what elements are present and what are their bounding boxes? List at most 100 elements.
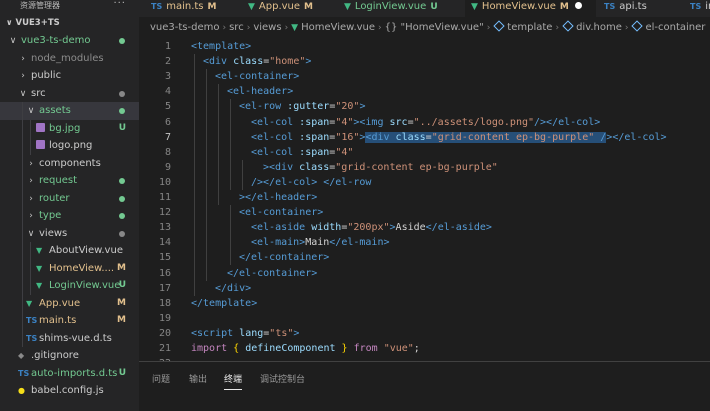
line-number: 11 [158,192,171,203]
indent-guide [22,259,23,277]
file-tree-item[interactable]: ∨ src [0,85,139,103]
file-tree-item[interactable]: ∨ views [0,224,139,242]
editor-tab[interactable]: TSinde [684,0,710,17]
file-tree-item-label: App.vue [39,297,81,309]
file-tree-item[interactable]: ∨ vue3-ts-demo [0,32,139,50]
breadcrumb-file[interactable]: HomeView.vue [301,22,375,33]
file-tree-item[interactable]: › request [0,172,139,190]
file-tree-item[interactable]: bg.jpg U [0,119,139,137]
code-token: class [395,131,426,143]
vue-file-icon: ▼ [36,281,43,290]
code-line: 13 <el-aside width="200px">Aside</el-asid… [139,220,710,235]
breadcrumb-item[interactable]: vue3-ts-demo [150,22,219,33]
file-tree-item[interactable]: TS auto-imports.d.ts U [0,365,139,383]
file-tree-item-label: AboutView.vue [49,245,123,256]
breadcrumb-item[interactable]: views [253,22,281,33]
chevron-right-icon: › [21,53,25,64]
file-tree-item[interactable]: TS shims-vue.d.ts [0,329,139,347]
code-token: <el-row [239,101,288,113]
ellipsis-icon[interactable]: ··· [113,0,126,10]
editor-tab[interactable]: TS api.ts [598,0,682,17]
indent-guide [22,102,23,120]
breadcrumb-item[interactable]: src [229,22,244,33]
file-tree-item[interactable]: TS main.ts M [0,312,139,330]
code-token: "../assets/logo.png" [413,116,535,128]
image-file-icon [36,122,45,132]
indent-guide [22,329,23,347]
line-number: 20 [158,327,171,339]
code-token: :span [299,131,330,143]
editor-tab-label: main.ts [166,1,204,12]
indent-guide [30,277,31,295]
indent-guide [22,277,23,295]
breadcrumb-template[interactable]: template [507,22,552,33]
git-file-icon: ◆ [18,351,25,360]
file-tree-item[interactable]: › public [0,67,139,85]
file-tree-item[interactable]: › router [0,189,139,207]
file-tree-item[interactable]: ● babel.config.js [0,382,139,400]
panel-tab-output[interactable]: 输出 [189,372,207,390]
line-number: 15 [158,252,171,264]
file-tree-item-label: auto-imports.d.ts [31,367,118,379]
code-token: Aside [395,222,426,234]
chevron-right-icon: › [284,23,289,33]
code-token: </el-col> [612,131,667,143]
git-status-badge: M [304,2,314,12]
indent-guide [22,137,23,155]
code-token: ><div [263,161,300,173]
chevron-right-icon: › [29,158,33,169]
code-text: <script lang="ts"> [191,326,299,341]
status-dot [119,213,125,219]
code-token: </el-aside> [425,222,492,234]
editor-tab[interactable]: ▼ App.vue M [242,0,336,17]
file-tree-item[interactable]: ▼ LoginView.vue U [0,277,139,295]
babel-file-icon: ● [18,386,25,395]
code-line: 9 ><div class="grid-content ep-bg-purple" [139,160,710,175]
code-token: ></el-header> [239,192,318,203]
code-token: defineComponent [245,343,336,354]
status-dot [119,38,125,44]
indent-guide [30,242,31,260]
file-tree-item[interactable]: › node_modules [0,50,139,68]
code-text: ></el-header> [239,190,317,205]
typescript-file-icon: TS [26,316,38,325]
file-tree-item[interactable]: ▼ HomeView.... M [0,259,139,277]
code-token: width [311,222,342,234]
status-dot [119,230,125,237]
status-dot [119,108,125,114]
file-tree-item-label: type [39,210,62,221]
code-token: <el-aside [251,222,312,234]
unsaved-dot-icon[interactable] [574,2,582,9]
chevron-right-icon: › [222,23,227,33]
code-line: 20 <script lang="ts"> [139,326,710,341]
code-text: <el-row :gutter="20"> [239,99,365,114]
git-status-badge: U [118,122,126,133]
line-number: 9 [164,161,171,173]
code-token: class [299,161,330,173]
editor-tab[interactable]: ▼ HomeView.vue M [465,0,596,17]
code-token: = [425,131,432,143]
breadcrumb-container[interactable]: el-container [645,22,705,33]
file-tree-item[interactable]: › components [0,154,139,172]
line-number: 13 [158,222,171,234]
code-token: /></el-col> [534,116,601,128]
project-section-header[interactable]: ∨ VUE3+TS [0,14,139,32]
panel-tab-debug-console[interactable]: 调试控制台 [260,372,305,390]
panel-tab-problems[interactable]: 问题 [152,372,170,390]
file-tree-item[interactable]: logo.png [0,137,139,155]
code-editor[interactable]: 1 <template> 2 <div class="home"> 3 <el-conta… [139,39,710,361]
code-token: <el-main> [251,237,306,249]
file-tree-item[interactable]: ∨ assets [0,102,139,120]
file-tree-item[interactable]: ▼ App.vue M [0,294,139,312]
file-tree-item[interactable]: ◆ .gitignore [0,347,139,365]
breadcrumb-block[interactable]: {} "HomeView.vue" [385,22,484,33]
editor-tab[interactable]: TS main.ts M [145,0,240,17]
file-tree-item[interactable]: › type [0,207,139,225]
breadcrumb-div[interactable]: div.home [576,22,622,33]
line-number: 6 [164,116,171,128]
panel-tab-terminal[interactable]: 终端 [224,372,243,390]
code-text: </div> [215,281,251,296]
file-tree-item[interactable]: ▼ AboutView.vue [0,242,139,260]
editor-tab[interactable]: ▼ LoginView.vue U [338,0,463,17]
status-dot [119,178,125,184]
